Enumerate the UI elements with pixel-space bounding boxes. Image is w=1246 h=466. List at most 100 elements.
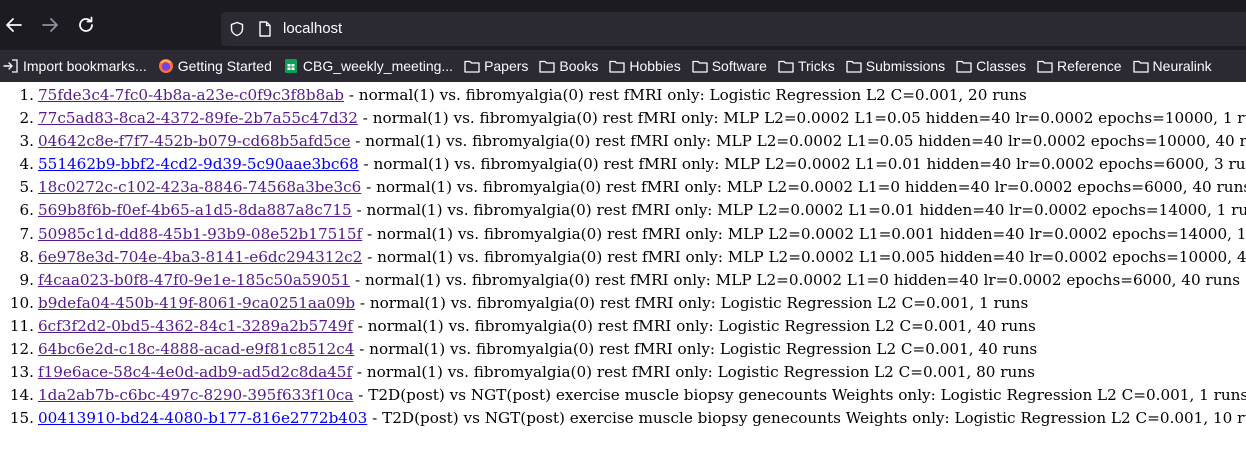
list-item: 13. f19e6ace-58c4-4e0d-adb9-ad5d2c8da45f … xyxy=(10,361,1246,384)
reload-icon xyxy=(79,16,93,32)
bookmark-item[interactable]: CBG_weekly_meeting... xyxy=(283,58,453,74)
list-number: 1. xyxy=(19,86,35,104)
run-id-link[interactable]: 64bc6e2d-c18c-4888-acad-e9f81c8512c4 xyxy=(38,340,354,358)
bookmark-item[interactable]: Getting Started xyxy=(158,58,272,74)
list-number: 8. xyxy=(19,247,35,266)
list-number: 11. xyxy=(9,316,34,335)
folder-icon xyxy=(464,58,480,74)
list-number: 10. xyxy=(9,293,34,312)
back-button[interactable] xyxy=(2,13,26,37)
bookmark-label: Books xyxy=(559,58,599,74)
bookmark-label: Papers xyxy=(484,58,529,74)
run-id-link[interactable]: 6e978e3d-704e-4ba3-8141-e6dc294312c2 xyxy=(38,248,362,266)
run-description: - normal(1) vs. fibromyalgia(0) rest fMR… xyxy=(350,132,1246,151)
bookmark-item[interactable]: Submissions xyxy=(846,58,945,74)
reload-button[interactable] xyxy=(74,13,98,37)
folder-icon xyxy=(1037,58,1053,74)
run-id-link[interactable]: 77c5ad83-8ca2-4372-89fe-2b7a55c47d32 xyxy=(38,109,358,127)
firefox-icon xyxy=(158,58,174,74)
run-description: - T2D(post) vs NGT(post) exercise muscle… xyxy=(353,386,1246,405)
run-description: - normal(1) vs. fibromyalgia(0) rest fMR… xyxy=(357,109,1246,128)
run-description: - normal(1) vs. fibromyalgia(0) rest fMR… xyxy=(362,224,1246,243)
bookmarks-toolbar: Import bookmarks... Getting Started CBG_we… xyxy=(0,50,1246,82)
page-icon xyxy=(259,21,271,37)
folder-icon xyxy=(692,58,708,74)
address-bar[interactable]: localhost xyxy=(221,12,1246,46)
bookmark-item[interactable]: Import bookmarks... xyxy=(3,58,147,74)
sheets-icon xyxy=(283,58,299,74)
run-id-link[interactable]: b9defa04-450b-419f-8061-9ca0251aa09b xyxy=(38,294,355,312)
list-number: 14. xyxy=(9,386,34,405)
runs-list: 1. 75fde3c4-7fc0-4b8a-a23e-c0f9c3f8b8ab -… xyxy=(0,84,1246,430)
list-number: 5. xyxy=(19,178,35,197)
list-item: 3. 04642c8e-f7f7-452b-b079-cd68b5afd5ce -… xyxy=(20,130,1246,153)
list-number: 3. xyxy=(19,132,35,151)
run-description: - T2D(post) vs NGT(post) exercise muscle… xyxy=(367,409,1246,428)
folder-icon xyxy=(539,58,556,74)
run-id-link[interactable]: 00413910-bd24-4080-b177-816e2772b403 xyxy=(38,409,367,427)
list-item: 5. 18c0272c-c102-423a-8846-74568a3be3c6 -… xyxy=(20,176,1246,199)
folder-icon xyxy=(609,58,625,74)
forward-button[interactable] xyxy=(38,13,62,37)
list-item: 15. 00413910-bd24-4080-b177-816e2772b403 … xyxy=(10,407,1246,430)
run-id-link[interactable]: 50985c1d-dd88-45b1-93b9-08e52b17515f xyxy=(38,225,362,243)
folder-icon xyxy=(778,58,794,74)
run-id-link[interactable]: 569b8f6b-f0ef-4b65-a1d5-8da887a8c715 xyxy=(38,201,352,219)
folder-icon xyxy=(1132,58,1149,74)
list-item: 10. b9defa04-450b-419f-8061-9ca0251aa09b … xyxy=(10,292,1246,315)
list-number: 12. xyxy=(9,340,34,359)
forward-arrow-icon xyxy=(42,18,58,32)
list-item: 8. 6e978e3d-704e-4ba3-8141-e6dc294312c2 -… xyxy=(20,246,1246,269)
run-description: - normal(1) vs. fibromyalgia(0) rest fMR… xyxy=(350,270,1241,289)
list-item: 2. 77c5ad83-8ca2-4372-89fe-2b7a55c47d32 -… xyxy=(20,107,1246,130)
run-description: - normal(1) vs. fibromyalgia(0) rest fMR… xyxy=(344,86,1027,104)
run-id-link[interactable]: 75fde3c4-7fc0-4b8a-a23e-c0f9c3f8b8ab xyxy=(38,86,344,104)
list-number: 7. xyxy=(19,224,35,243)
list-item: 4. 551462b9-bbf2-4cd2-9d39-5c90aae3bc68 -… xyxy=(20,153,1246,176)
bookmark-label: Neuralink xyxy=(1152,58,1212,74)
bookmark-label: Reference xyxy=(1056,58,1122,74)
bookmark-label: CBG_weekly_meeting... xyxy=(302,58,454,74)
folder-icon xyxy=(956,58,972,74)
run-id-link[interactable]: 551462b9-bbf2-4cd2-9d39-5c90aae3bc68 xyxy=(38,155,359,173)
bookmark-label: Software xyxy=(711,58,767,74)
folder-icon xyxy=(846,58,862,74)
bookmark-item[interactable]: Papers xyxy=(464,58,528,74)
run-description: - normal(1) vs. fibromyalgia(0) rest fMR… xyxy=(358,155,1246,174)
bookmark-item[interactable]: Neuralink xyxy=(1132,58,1212,74)
run-id-link[interactable]: 18c0272c-c102-423a-8846-74568a3be3c6 xyxy=(38,178,361,196)
run-description: - normal(1) vs. fibromyalgia(0) rest fMR… xyxy=(361,178,1246,197)
list-number: 6. xyxy=(19,201,35,220)
bookmark-label: Getting Started xyxy=(177,58,272,74)
list-number: 9. xyxy=(19,270,35,289)
bookmark-item[interactable]: Hobbies xyxy=(609,58,681,74)
bookmark-item[interactable]: Reference xyxy=(1037,58,1122,74)
list-number: 4. xyxy=(19,155,35,174)
run-id-link[interactable]: f19e6ace-58c4-4e0d-adb9-ad5d2c8da45f xyxy=(38,363,352,381)
list-item: 14. 1da2ab7b-c6bc-497c-8290-395f633f10ca … xyxy=(10,384,1246,407)
list-item: 12. 64bc6e2d-c18c-4888-acad-e9f81c8512c4 … xyxy=(10,338,1246,361)
bookmark-item[interactable]: Tricks xyxy=(778,58,835,74)
run-description: - normal(1) vs. fibromyalgia(0) rest fMR… xyxy=(355,293,1029,312)
run-id-link[interactable]: f4caa023-b0f8-47f0-9e1e-185c50a59051 xyxy=(38,271,350,289)
bookmark-label: Tricks xyxy=(797,58,835,74)
run-description: - normal(1) vs. fibromyalgia(0) rest fMR… xyxy=(362,247,1246,266)
run-description: - normal(1) vs. fibromyalgia(0) rest fMR… xyxy=(352,363,1035,382)
list-item: 9. f4caa023-b0f8-47f0-9e1e-185c50a59051 -… xyxy=(20,269,1246,292)
run-id-link[interactable]: 1da2ab7b-c6bc-497c-8290-395f633f10ca xyxy=(38,386,353,404)
run-id-link[interactable]: 04642c8e-f7f7-452b-b079-cd68b5afd5ce xyxy=(38,132,350,150)
bookmark-item[interactable]: Books xyxy=(539,58,598,74)
list-item: 7. 50985c1d-dd88-45b1-93b9-08e52b17515f -… xyxy=(20,223,1246,246)
list-item: 1. 75fde3c4-7fc0-4b8a-a23e-c0f9c3f8b8ab -… xyxy=(20,84,1246,107)
list-number: 13. xyxy=(9,363,34,382)
run-description: - normal(1) vs. fibromyalgia(0) rest fMR… xyxy=(351,201,1246,220)
browser-toolbar: localhost xyxy=(0,0,1246,50)
import-icon xyxy=(3,58,19,74)
list-number: 2. xyxy=(19,109,35,128)
bookmark-item[interactable]: Classes xyxy=(956,58,1026,74)
page-content: 1. 75fde3c4-7fc0-4b8a-a23e-c0f9c3f8b8ab -… xyxy=(0,82,1246,430)
run-id-link[interactable]: 6cf3f2d2-0bd5-4362-84c1-3289a2b5749f xyxy=(38,317,353,335)
url-text[interactable]: localhost xyxy=(283,20,342,37)
run-description: - normal(1) vs. fibromyalgia(0) rest fMR… xyxy=(352,316,1036,335)
bookmark-item[interactable]: Software xyxy=(692,58,767,74)
